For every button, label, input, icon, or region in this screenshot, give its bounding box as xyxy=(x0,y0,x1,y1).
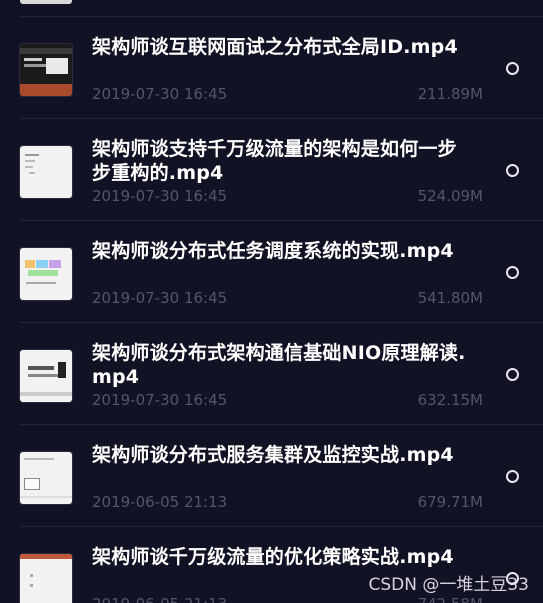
file-title: 架构师谈分布式架构通信基础NIO原理解读.mp4 xyxy=(92,342,466,388)
file-size: 211.89M xyxy=(417,85,483,103)
select-radio[interactable] xyxy=(506,368,519,381)
file-title: 架构师谈支持千万级流量的架构是如何一步步重构的.mp4 xyxy=(92,138,457,184)
file-size: 524.09M xyxy=(417,187,483,205)
file-list-item[interactable]: 架构师谈分布式架构通信基础NIO原理解读.mp4 2019-07-30 16:4… xyxy=(0,323,543,424)
file-date: 2019-07-30 16:45 xyxy=(92,391,228,409)
file-title: 架构师谈千万级流量的优化策略实战.mp4 xyxy=(92,546,454,568)
file-list-screen: 架构师谈互联网面试之分布式全局ID.mp4 2019-07-30 16:45 2… xyxy=(0,0,543,603)
select-radio[interactable] xyxy=(506,266,519,279)
select-radio[interactable] xyxy=(506,164,519,177)
file-list-item[interactable]: 架构师谈分布式服务集群及监控实战.mp4 2019-06-05 21:13 67… xyxy=(0,425,543,526)
file-date: 2019-07-30 16:45 xyxy=(92,187,228,205)
video-thumbnail-icon xyxy=(20,452,72,504)
file-title: 架构师谈互联网面试之分布式全局ID.mp4 xyxy=(92,36,458,58)
file-list-item[interactable]: 架构师谈分布式任务调度系统的实现.mp4 2019-07-30 16:45 54… xyxy=(0,221,543,322)
video-thumbnail-icon xyxy=(20,146,72,198)
file-date: 2019-07-30 16:45 xyxy=(92,85,228,103)
video-thumbnail-icon xyxy=(20,44,72,96)
file-size: 679.71M xyxy=(417,493,483,511)
file-size: 632.15M xyxy=(417,391,483,409)
watermark: CSDN @一堆土豆33 xyxy=(368,575,529,595)
select-radio[interactable] xyxy=(506,470,519,483)
file-date: 2019-06-05 21:13 xyxy=(92,493,228,511)
file-size: 742.58M xyxy=(418,595,483,603)
video-thumbnail-icon xyxy=(20,554,72,603)
file-title: 架构师谈分布式任务调度系统的实现.mp4 xyxy=(92,240,454,262)
file-list-item[interactable]: 架构师谈互联网面试之分布式全局ID.mp4 2019-07-30 16:45 2… xyxy=(0,17,543,118)
file-title: 架构师谈分布式服务集群及监控实战.mp4 xyxy=(92,444,454,466)
file-date: 2019-07-30 16:45 xyxy=(92,289,228,307)
file-date: 2019-06-05 21:13 xyxy=(92,595,227,603)
file-list-item[interactable]: 架构师谈支持千万级流量的架构是如何一步步重构的.mp4 2019-07-30 1… xyxy=(0,119,543,220)
select-radio[interactable] xyxy=(506,62,519,75)
video-thumbnail-icon xyxy=(20,248,72,300)
file-size: 541.80M xyxy=(417,289,483,307)
video-thumbnail-icon xyxy=(20,350,72,402)
previous-item-thumbnail xyxy=(20,0,72,4)
